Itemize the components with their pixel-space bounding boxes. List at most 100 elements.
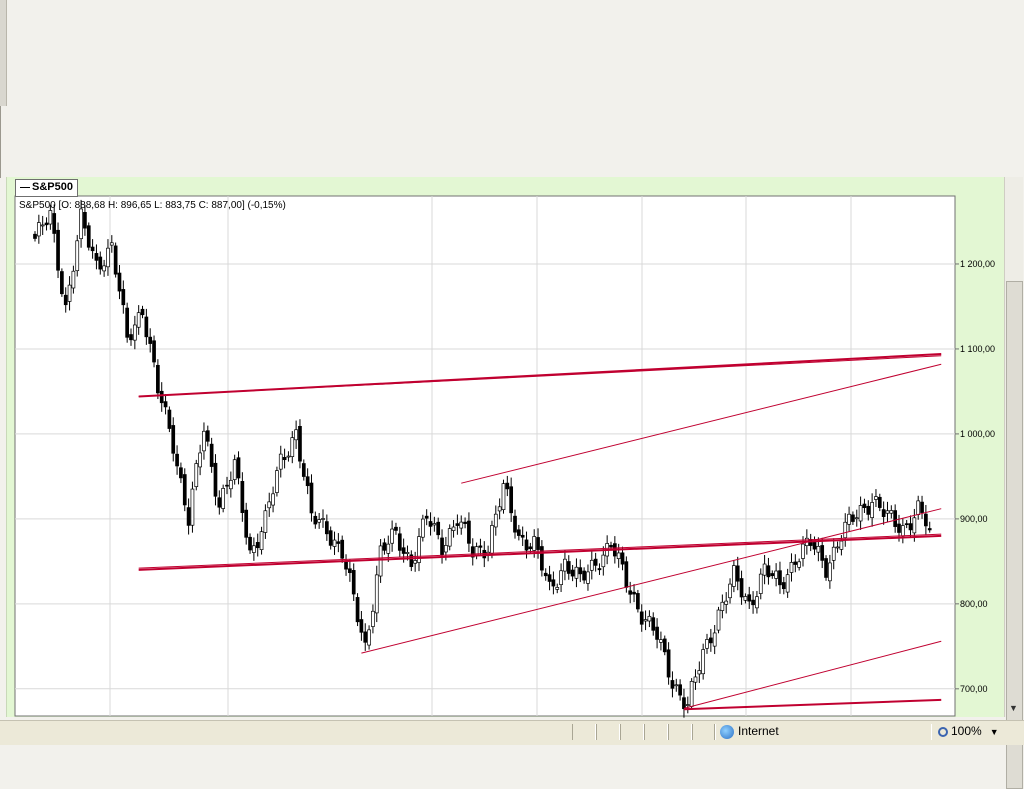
candle-body — [716, 609, 721, 631]
candle — [355, 593, 360, 627]
candle-body — [121, 289, 126, 306]
candle-body — [820, 545, 825, 561]
candle-body — [877, 496, 882, 508]
scroll-down-icon[interactable]: ▼ — [1009, 703, 1018, 713]
candle-body — [620, 552, 625, 565]
candle-body — [186, 507, 191, 526]
candle-body — [643, 619, 648, 622]
candle-body — [156, 364, 160, 394]
candle-body — [267, 501, 272, 509]
chart-tab-sp500[interactable]: S&P500 — [15, 179, 78, 197]
candle-body — [163, 401, 168, 408]
status-cell — [620, 724, 644, 740]
candle-body — [720, 601, 725, 611]
candle-body — [244, 509, 249, 538]
candle-body — [636, 593, 640, 610]
candle-body — [75, 240, 80, 272]
candle — [298, 419, 302, 469]
candle-body — [624, 561, 629, 588]
candle-body — [33, 233, 37, 239]
candle-body — [505, 482, 510, 490]
candle-body — [566, 561, 571, 574]
candle-body — [117, 272, 122, 292]
candle-body — [236, 457, 241, 479]
candle-body — [870, 502, 874, 518]
candle-body — [885, 510, 890, 514]
candle-body — [578, 567, 583, 575]
candle-body — [248, 536, 252, 551]
candle-body — [916, 500, 921, 515]
candle-body — [828, 562, 832, 582]
candle-body — [436, 521, 441, 536]
candle — [167, 406, 172, 433]
candle-body — [851, 514, 855, 522]
candle-body — [106, 247, 110, 268]
candle-body — [132, 324, 137, 341]
candle-body — [490, 525, 494, 554]
candle-body — [221, 488, 226, 509]
candle-body — [317, 519, 322, 523]
candle-body — [109, 242, 114, 246]
candle-body — [459, 521, 464, 529]
candle-body — [551, 579, 556, 587]
candle-body — [252, 545, 256, 553]
candle-body — [520, 534, 525, 538]
candle-body — [831, 546, 836, 561]
chevron-down-icon[interactable]: ▼ — [990, 727, 999, 737]
candle-body — [351, 570, 356, 595]
candle — [221, 484, 226, 513]
candle-body — [586, 571, 590, 584]
candle-body — [467, 520, 471, 544]
candle-body — [920, 501, 924, 513]
candle-body — [563, 558, 567, 572]
candle-body — [328, 530, 333, 546]
candle-body — [897, 523, 901, 533]
candle-body — [735, 565, 740, 582]
candle-body — [874, 496, 878, 500]
candle-body — [386, 543, 391, 554]
candle-body — [774, 570, 778, 579]
candle-body — [371, 610, 375, 627]
candle-body — [455, 523, 460, 526]
candle-body — [755, 596, 759, 609]
y-tick-label: 800,00 — [960, 599, 988, 609]
candle-body — [271, 493, 275, 506]
candle-body — [294, 429, 298, 441]
candle-body — [463, 521, 467, 524]
candle-body — [324, 521, 329, 535]
candle-body — [839, 540, 844, 550]
candle-body — [801, 543, 805, 559]
candle-body — [290, 437, 295, 457]
candle-body — [904, 523, 909, 526]
security-zone[interactable]: Internet — [716, 721, 779, 741]
candle-body — [217, 497, 222, 508]
candle — [447, 524, 452, 551]
candle-body — [79, 208, 83, 240]
candle-body — [48, 210, 53, 225]
candle-body — [593, 558, 598, 566]
chart-tab-label: S&P500 — [32, 181, 73, 193]
candle-body — [140, 308, 145, 316]
candle-body — [609, 544, 613, 548]
candle-body — [862, 503, 867, 509]
candle — [275, 466, 279, 497]
candle-body — [213, 462, 218, 497]
status-cell — [596, 724, 620, 740]
candle-body — [336, 541, 341, 544]
candle-body — [205, 430, 210, 442]
zoom-control[interactable]: 100% ▼ — [938, 721, 999, 741]
candle-body — [355, 597, 360, 623]
vertical-scrollbar[interactable]: ▲ ▼ — [1004, 177, 1023, 789]
candle-body — [574, 566, 579, 579]
candle-body — [797, 561, 802, 568]
price-chart[interactable]: 700,00 800,00 900,00 1 000,00 1 100,00 1 200,… — [0, 0, 1024, 744]
candle-body — [152, 340, 156, 363]
candle-body — [56, 229, 60, 271]
candle-body — [501, 483, 506, 511]
y-tick-label: 900,00 — [960, 514, 988, 524]
candle-body — [382, 542, 387, 551]
candle-body — [209, 443, 214, 467]
candle-body — [513, 515, 517, 533]
candle-body — [528, 546, 533, 550]
candle-body — [144, 316, 149, 338]
